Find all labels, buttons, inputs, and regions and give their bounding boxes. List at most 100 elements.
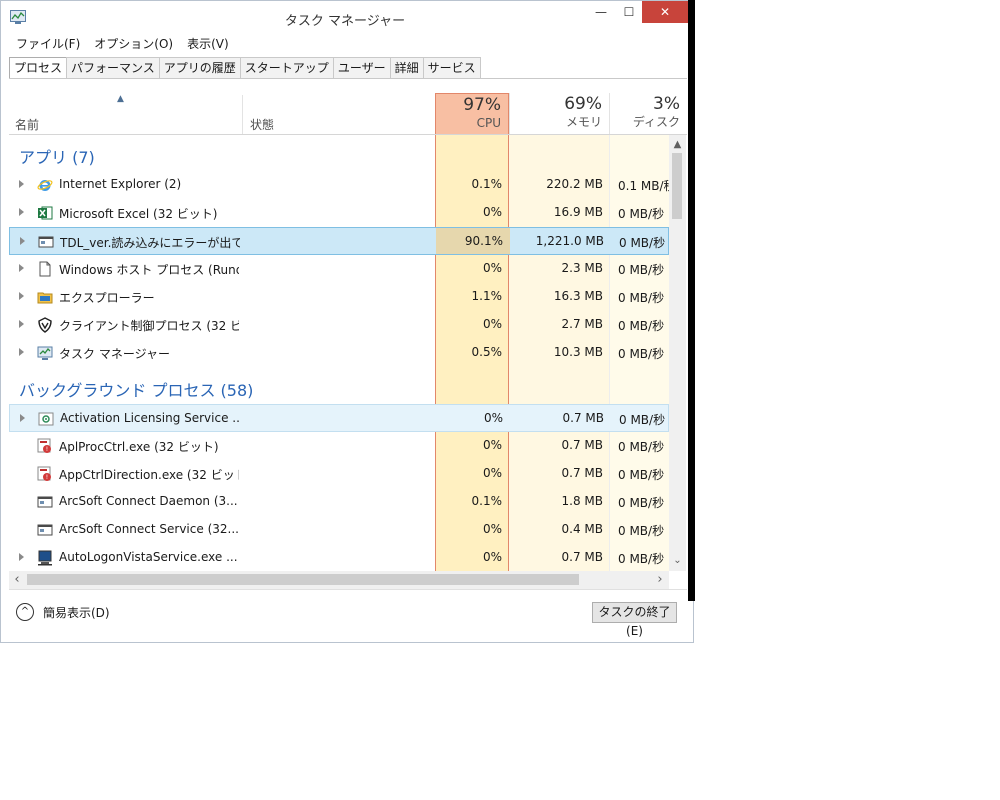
process-name: エクスプローラー <box>59 291 155 305</box>
vertical-scroll-thumb[interactable] <box>672 153 682 219</box>
menu-options[interactable]: オプション(O) <box>87 34 180 54</box>
memory-cell: 1.8 MB <box>561 494 603 508</box>
scroll-down-icon[interactable]: ⌄ <box>669 553 686 569</box>
menu-view[interactable]: 表示(V) <box>180 34 236 54</box>
process-name: AutoLogonVistaService.exe ... <box>59 550 238 564</box>
process-name: AppCtrlDirection.exe (32 ビット) <box>59 468 239 482</box>
group-header: アプリ (7) <box>19 148 95 167</box>
fewer-details-link[interactable]: 簡易表示(D) <box>43 604 110 621</box>
disk-label: ディスク <box>632 115 680 129</box>
close-button[interactable]: ✕ <box>642 1 688 23</box>
column-header-memory[interactable]: 69% メモリ <box>509 93 609 134</box>
process-row[interactable]: TDL_ver.読み込みにエラーが出て... 90.1% 1,221.0 MB 0 M… <box>9 227 669 255</box>
memory-cell: 10.3 MB <box>553 345 603 359</box>
process-row[interactable]: Windows ホスト プロセス (Rundl... 0% 2.3 MB 0 MB/秒 <box>9 255 669 283</box>
memory-label: メモリ <box>565 115 602 129</box>
process-row[interactable]: AutoLogonVistaService.exe ... 0% 0.7 MB 0 M… <box>9 544 669 572</box>
memory-cell: 16.9 MB <box>553 205 603 219</box>
memory-cell: 0.4 MB <box>561 522 603 536</box>
memory-cell: 0.7 MB <box>562 411 604 425</box>
cpu-total-percent: 97% <box>463 95 501 115</box>
process-row[interactable]: エクスプローラー 1.1% 16.3 MB 0 MB/秒 <box>9 283 669 311</box>
process-name: ArcSoft Connect Service (32... <box>59 522 239 536</box>
process-row[interactable]: ! AppCtrlDirection.exe (32 ビット) 0% 0.7 MB 0 … <box>9 460 669 488</box>
tab-app-history[interactable]: アプリの履歴 <box>158 57 241 79</box>
process-row[interactable]: ArcSoft Connect Daemon (3... 0.1% 1.8 MB 0 … <box>9 488 669 516</box>
disk-cell: 0 MB/秒 <box>618 440 665 454</box>
expand-arrow-icon[interactable] <box>19 208 24 216</box>
task-manager-window: タスク マネージャー — ☐ ✕ ファイル(F) オプション(O) 表示(V) … <box>0 0 694 643</box>
column-header-status[interactable]: 状態 <box>250 116 274 133</box>
app-badge-icon: ! <box>37 438 53 454</box>
horizontal-scrollbar[interactable]: ‹ › <box>9 571 669 589</box>
process-row[interactable]: クライアント制御プロセス (32 ビット) 0% 2.7 MB 0 MB/秒 <box>9 311 669 339</box>
horizontal-scroll-thumb[interactable] <box>27 574 579 585</box>
disk-cell: 0 MB/秒 <box>618 468 665 482</box>
maximize-button[interactable]: ☐ <box>614 1 644 23</box>
menu-file[interactable]: ファイル(F) <box>9 34 87 54</box>
scroll-right-icon[interactable]: › <box>652 571 668 589</box>
tab-services[interactable]: サービス <box>422 57 481 79</box>
window-edge <box>688 0 695 601</box>
window-app-icon <box>37 494 53 510</box>
process-name: Activation Licensing Service ... <box>60 411 240 425</box>
process-name: ArcSoft Connect Daemon (3... <box>59 494 238 508</box>
cpu-cell: 0% <box>482 466 502 480</box>
scroll-up-icon[interactable]: ▲ <box>669 137 686 153</box>
disk-cell: 0 MB/秒 <box>618 524 665 538</box>
menu-bar: ファイル(F) オプション(O) 表示(V) <box>9 34 236 54</box>
sort-ascending-icon: ▲ <box>117 94 124 104</box>
vertical-scrollbar[interactable]: ▲ ⌄ <box>669 135 686 571</box>
process-row[interactable]: Microsoft Excel (32 ビット) 0% 16.9 MB 0 MB/秒 <box>9 199 669 227</box>
process-name: クライアント制御プロセス (32 ビット) <box>59 319 239 333</box>
process-name: Internet Explorer (2) <box>59 177 182 191</box>
column-header-cpu[interactable]: 97% CPU <box>435 93 509 134</box>
expand-arrow-icon[interactable] <box>19 320 24 328</box>
expand-arrow-icon[interactable] <box>19 264 24 272</box>
footer-divider <box>9 589 687 590</box>
folder-icon <box>37 289 53 305</box>
cpu-cell: 0% <box>482 550 502 564</box>
disk-cell: 0 MB/秒 <box>618 552 665 566</box>
title-bar[interactable]: タスク マネージャー — ☐ ✕ <box>1 1 689 33</box>
cpu-cell: 0% <box>482 261 502 275</box>
process-row[interactable]: Activation Licensing Service ... 0% 0.7 MB… <box>9 404 669 432</box>
expand-arrow-icon[interactable] <box>19 553 24 561</box>
process-row[interactable]: ! AplProcCtrl.exe (32 ビット) 0% 0.7 MB 0 MB/秒 <box>9 432 669 460</box>
app-badge-icon: ! <box>37 466 53 482</box>
cpu-cell: 0% <box>482 522 502 536</box>
column-separator <box>242 95 243 135</box>
process-row[interactable]: タスク マネージャー 0.5% 10.3 MB 0 MB/秒 <box>9 339 669 367</box>
process-name: Microsoft Excel (32 ビット) <box>59 207 218 221</box>
chevron-up-icon[interactable]: ^ <box>16 603 34 621</box>
process-row[interactable]: Internet Explorer (2) 0.1% 220.2 MB 0.1 MB/… <box>9 171 669 199</box>
tab-performance[interactable]: パフォーマンス <box>66 57 160 79</box>
column-header-name[interactable]: 名前 <box>15 116 39 133</box>
cpu-label: CPU <box>476 116 501 130</box>
header-divider <box>9 134 687 135</box>
window-app-icon <box>38 234 54 250</box>
column-header-disk[interactable]: 3% ディスク <box>609 93 687 134</box>
process-name: タスク マネージャー <box>59 347 170 361</box>
scroll-left-icon[interactable]: ‹ <box>9 571 25 589</box>
memory-cell: 1,221.0 MB <box>535 234 604 248</box>
disk-cell: 0 MB/秒 <box>619 236 666 250</box>
cpu-cell: 1.1% <box>471 289 503 303</box>
minimize-button[interactable]: — <box>586 1 616 23</box>
tab-details[interactable]: 詳細 <box>389 57 424 79</box>
tab-processes[interactable]: プロセス <box>9 57 68 80</box>
internet-explorer-icon <box>37 177 53 193</box>
expand-arrow-icon[interactable] <box>20 414 25 422</box>
tab-startup[interactable]: スタートアップ <box>239 57 334 79</box>
service-icon <box>38 411 54 427</box>
tab-users[interactable]: ユーザー <box>332 57 391 79</box>
memory-cell: 0.7 MB <box>561 550 603 564</box>
expand-arrow-icon[interactable] <box>20 237 25 245</box>
end-task-button[interactable]: タスクの終了(E) <box>592 602 677 638</box>
expand-arrow-icon[interactable] <box>19 292 24 300</box>
disk-cell: 0 MB/秒 <box>619 413 666 427</box>
expand-arrow-icon[interactable] <box>19 348 24 356</box>
cpu-cell: 0.1% <box>471 177 503 191</box>
process-row[interactable]: ArcSoft Connect Service (32... 0% 0.4 MB 0 … <box>9 516 669 544</box>
expand-arrow-icon[interactable] <box>19 180 24 188</box>
